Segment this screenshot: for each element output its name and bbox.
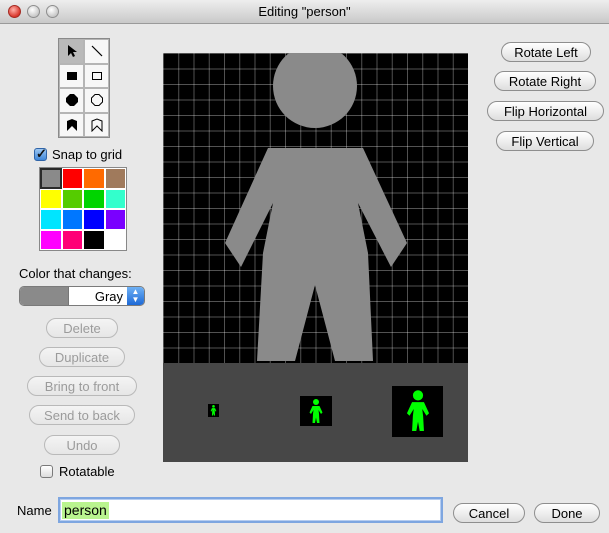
name-input[interactable] <box>58 497 443 523</box>
rotate-right-button[interactable]: Rotate Right <box>494 71 596 91</box>
done-button[interactable]: Done <box>534 503 600 523</box>
snap-to-grid-checkbox[interactable] <box>34 146 47 162</box>
select-arrow-icon <box>67 45 77 58</box>
color-swatch[interactable] <box>61 188 83 209</box>
title-bar: Editing "person" <box>0 0 609 24</box>
person-icon-large <box>406 390 429 432</box>
color-swatch[interactable] <box>104 168 126 189</box>
window-title: Editing "person" <box>258 4 351 19</box>
filled-octagon-tool[interactable] <box>59 88 84 113</box>
polygon-outline-icon <box>91 118 102 132</box>
rect-outline-tool[interactable] <box>84 63 109 88</box>
rotate-left-button[interactable]: Rotate Left <box>501 42 591 62</box>
bring-to-front-button[interactable]: Bring to front <box>27 376 137 396</box>
color-swatch[interactable] <box>40 188 62 209</box>
color-swatch[interactable] <box>104 229 126 250</box>
person-figure <box>225 53 407 361</box>
color-swatch[interactable] <box>40 229 62 250</box>
line-icon <box>91 45 102 57</box>
line-tool[interactable] <box>84 39 109 64</box>
name-input-value: person <box>62 502 109 519</box>
editor-window: Editing "person" Snap to grid <box>0 0 609 533</box>
rotatable-checkbox[interactable] <box>40 465 53 478</box>
filled-rect-icon <box>66 71 77 80</box>
color-swatch[interactable] <box>61 209 83 230</box>
octagon-outline-icon <box>90 94 103 107</box>
color-swatch[interactable] <box>83 209 105 230</box>
tool-palette <box>58 38 110 138</box>
color-palette <box>39 167 127 251</box>
name-label: Name <box>17 503 52 518</box>
color-swatch[interactable] <box>83 168 105 189</box>
select-tool[interactable] <box>59 39 84 64</box>
preview-small <box>208 404 219 417</box>
person-icon-small <box>210 405 217 416</box>
filled-octagon-icon <box>65 94 78 107</box>
undo-button[interactable]: Undo <box>44 435 120 455</box>
filled-polygon-tool[interactable] <box>59 112 84 137</box>
color-swatch[interactable] <box>104 209 126 230</box>
figure-body <box>225 148 407 361</box>
rotatable-row[interactable]: Rotatable <box>40 464 115 479</box>
delete-button[interactable]: Delete <box>46 318 118 338</box>
flip-horizontal-button[interactable]: Flip Horizontal <box>487 101 604 121</box>
color-swatch[interactable] <box>61 229 83 250</box>
octagon-outline-tool[interactable] <box>84 88 109 113</box>
duplicate-button[interactable]: Duplicate <box>39 347 125 367</box>
color-chip <box>20 287 69 305</box>
filled-rect-tool[interactable] <box>59 63 84 88</box>
send-to-back-button[interactable]: Send to back <box>29 405 135 425</box>
preview-large <box>392 386 443 437</box>
drawing-canvas[interactable] <box>163 53 468 363</box>
rotatable-label: Rotatable <box>59 464 115 479</box>
flip-vertical-button[interactable]: Flip Vertical <box>496 131 594 151</box>
snap-to-grid-label: Snap to grid <box>52 147 123 162</box>
cancel-button[interactable]: Cancel <box>453 503 525 523</box>
color-swatch[interactable] <box>40 168 62 189</box>
color-swatch[interactable] <box>104 188 126 209</box>
color-swatch[interactable] <box>40 209 62 230</box>
rect-outline-icon <box>91 71 102 80</box>
color-select-value: Gray <box>94 288 123 304</box>
snap-to-grid-row[interactable]: Snap to grid <box>34 146 123 162</box>
figure-head <box>273 53 357 128</box>
preview-strip <box>163 363 468 462</box>
color-swatch[interactable] <box>83 229 105 250</box>
select-arrows-icon: ▲ ▼ <box>127 287 144 305</box>
color-swatch[interactable] <box>83 188 105 209</box>
color-swatch[interactable] <box>61 168 83 189</box>
person-icon-medium <box>309 398 323 423</box>
color-changes-label: Color that changes: <box>19 266 132 281</box>
preview-medium <box>300 396 332 426</box>
filled-polygon-icon <box>66 118 77 131</box>
polygon-outline-tool[interactable] <box>84 112 109 137</box>
color-changes-select[interactable]: Gray ▲ ▼ <box>19 286 145 306</box>
